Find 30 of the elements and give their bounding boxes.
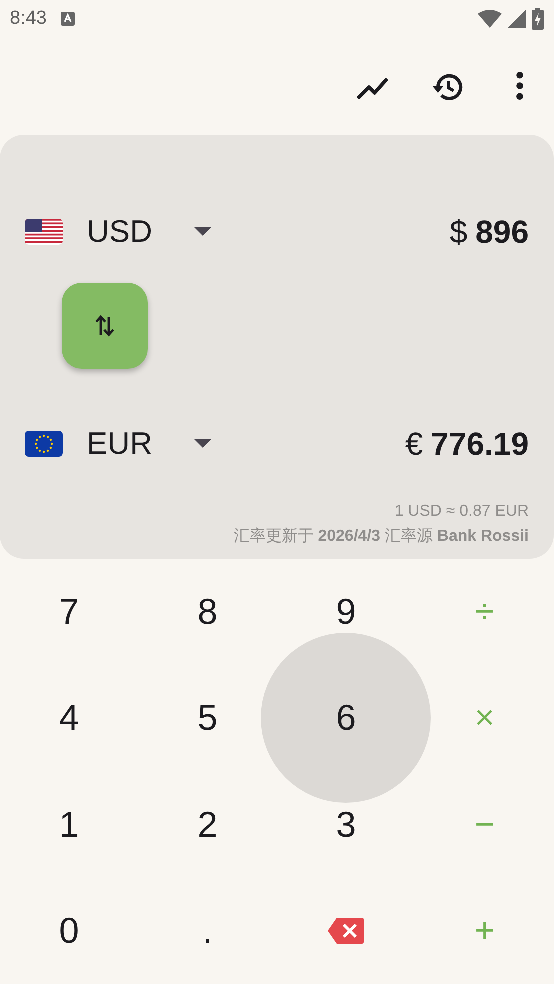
flag-icon <box>25 219 63 245</box>
keyboard-notification-icon <box>60 12 75 26</box>
amount-value: 896 <box>476 214 529 250</box>
signal-icon <box>508 10 526 28</box>
digit-key[interactable]: 4 <box>51 700 88 736</box>
digit-key[interactable]: 6 <box>328 700 364 736</box>
wifi-icon <box>478 10 502 28</box>
exchange-rate: 1 USD ≈ 0.87 EUR <box>394 503 529 521</box>
amount-value: 776.19 <box>431 426 529 462</box>
digit-key[interactable]: 8 <box>190 594 226 630</box>
digit-key[interactable]: 0 <box>51 912 88 949</box>
digit-key[interactable]: 5 <box>190 700 226 736</box>
currency-symbol: € <box>405 426 424 462</box>
rate-update-info: 汇率更新于 2026/4/3 汇率源 Bank Rossii <box>234 526 529 547</box>
dropdown-caret-icon <box>194 439 212 449</box>
digit-key[interactable]: 3 <box>328 806 364 843</box>
digit-key[interactable]: 9 <box>328 594 364 630</box>
backspace-icon <box>327 916 366 945</box>
flag-icon <box>25 431 63 457</box>
currency-selector[interactable]: USD <box>87 214 212 250</box>
digit-key[interactable]: 7 <box>51 594 88 630</box>
digit-key[interactable]: 2 <box>190 806 226 843</box>
swap-arrows-icon <box>94 313 116 339</box>
status-time: 8:43 <box>10 8 47 30</box>
dropdown-caret-icon <box>194 227 212 237</box>
digit-key[interactable]: . <box>194 912 221 949</box>
currency-symbol: $ <box>450 214 468 250</box>
currency-selector[interactable]: EUR <box>87 426 212 462</box>
swap-button[interactable] <box>62 283 148 369</box>
digit-key[interactable]: 1 <box>51 806 88 843</box>
